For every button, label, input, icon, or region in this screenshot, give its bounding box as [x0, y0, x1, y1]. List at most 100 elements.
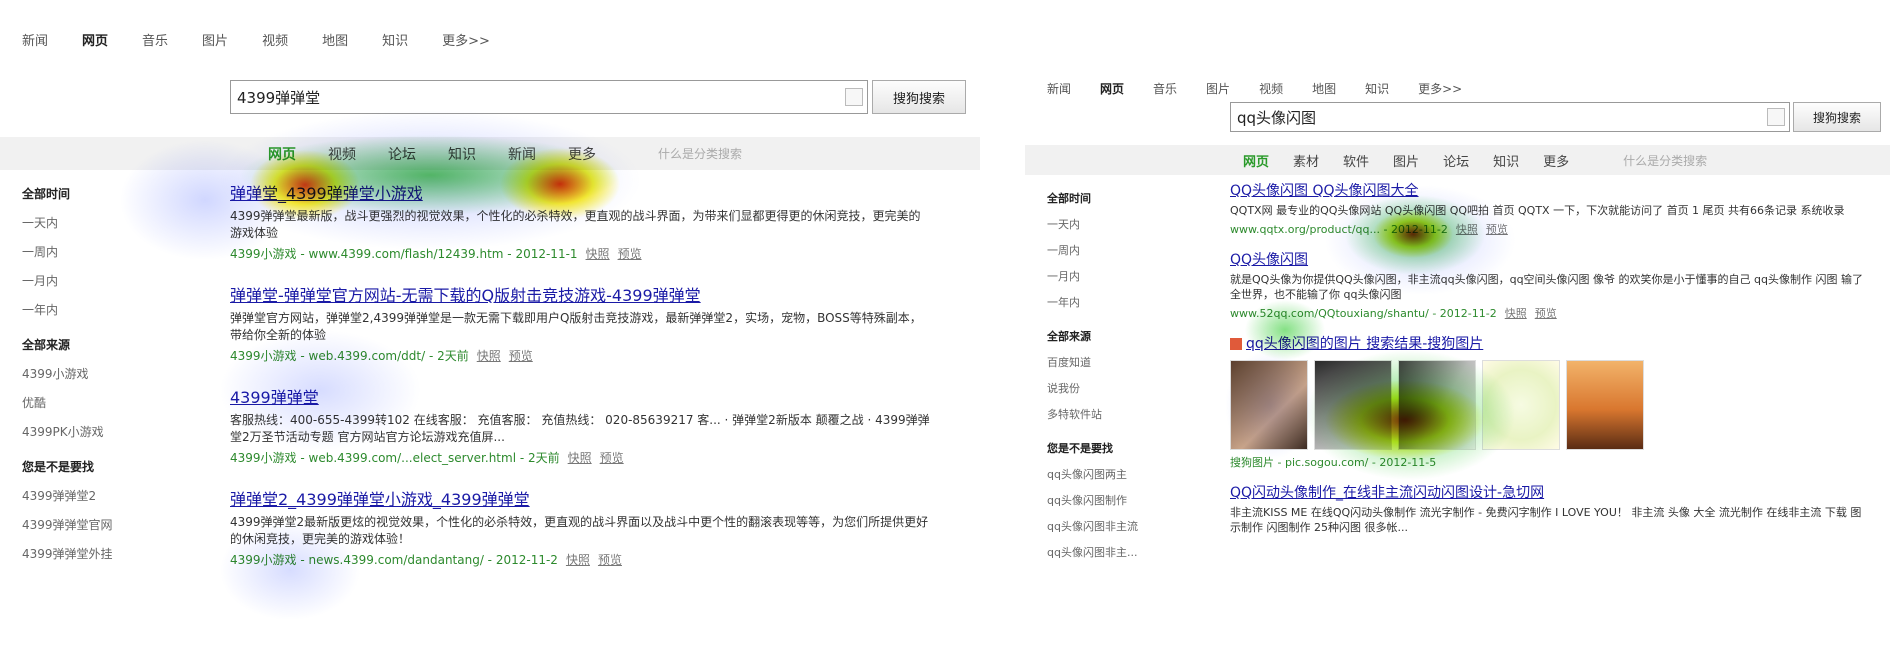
- tab-more[interactable]: 更多: [1543, 151, 1569, 170]
- suggestion-item[interactable]: 4399弹弹堂2: [22, 487, 212, 504]
- nav-images[interactable]: 图片: [1206, 80, 1230, 97]
- tab-more[interactable]: 更多: [568, 144, 596, 164]
- filter-item[interactable]: 多特软件站: [1047, 406, 1207, 422]
- tab-forum[interactable]: 论坛: [1443, 151, 1469, 170]
- result-snippet: QQTX网 最专业的QQ头像网站 QQ头像闪图 QQ吧拍 首页 QQTX 一下，…: [1230, 204, 1845, 217]
- result-url: 搜狗图片 - pic.sogou.com/ - 2012-11-5: [1230, 456, 1437, 469]
- preview-link[interactable]: 预览: [600, 451, 624, 465]
- tab-web[interactable]: 网页: [268, 144, 296, 164]
- result-title-link[interactable]: QQ闪动头像制作_在线非主流闪动闪图设计-急切网: [1230, 482, 1544, 502]
- image-result-title-link[interactable]: qq头像闪图的图片 搜索结果-搜狗图片: [1230, 333, 1483, 353]
- nav-news[interactable]: 新闻: [22, 30, 48, 49]
- suggestion-item[interactable]: qq头像闪图非主流: [1047, 518, 1207, 534]
- nav-music[interactable]: 音乐: [1153, 80, 1177, 97]
- nav-video[interactable]: 视频: [262, 30, 288, 49]
- image-thumbnail[interactable]: [1314, 360, 1392, 450]
- keyboard-icon[interactable]: [845, 88, 863, 106]
- cache-link[interactable]: 快照: [568, 451, 592, 465]
- nav-knowledge[interactable]: 知识: [382, 30, 408, 49]
- nav-web[interactable]: 网页: [1100, 80, 1124, 97]
- tab-software[interactable]: 软件: [1343, 151, 1369, 170]
- keyboard-icon[interactable]: [1767, 108, 1785, 126]
- result-url: 4399小游戏 - news.4399.com/dandantang/ - 20…: [230, 553, 622, 567]
- search-button[interactable]: 搜狗搜索: [1793, 102, 1881, 132]
- nav-knowledge[interactable]: 知识: [1365, 80, 1389, 97]
- tab-hint-link[interactable]: 什么是分类搜索: [1623, 152, 1707, 169]
- result-snippet: 就是QQ头像为你提供QQ头像闪图，非主流qq头像闪图，qq空间头像闪图 像爷 的…: [1230, 273, 1864, 301]
- suggestion-item[interactable]: 4399弹弹堂官网: [22, 516, 212, 533]
- result-title-link[interactable]: 4399弹弹堂: [230, 384, 319, 408]
- result-title-link[interactable]: QQ头像闪图: [1230, 249, 1308, 269]
- tab-web[interactable]: 网页: [1243, 151, 1269, 170]
- search-input[interactable]: [1231, 108, 1767, 126]
- search-button[interactable]: 搜狗搜索: [872, 80, 966, 114]
- filter-item[interactable]: 一月内: [22, 272, 212, 289]
- filter-item[interactable]: 一周内: [1047, 242, 1207, 258]
- filter-heading: 全部来源: [22, 338, 71, 352]
- filter-item[interactable]: 一天内: [22, 214, 212, 231]
- tab-hint-link[interactable]: 什么是分类搜索: [658, 145, 742, 162]
- filter-item[interactable]: 百度知道: [1047, 354, 1207, 370]
- cache-link[interactable]: 快照: [1456, 223, 1478, 236]
- cache-link[interactable]: 快照: [1505, 307, 1527, 320]
- preview-link[interactable]: 预览: [618, 247, 642, 261]
- result-item: QQ头像闪图 就是QQ头像为你提供QQ头像闪图，非主流qq头像闪图，qq空间头像…: [1230, 249, 1870, 321]
- nav-music[interactable]: 音乐: [142, 30, 168, 49]
- result-title-link[interactable]: QQ头像闪图 QQ头像闪图大全: [1230, 180, 1419, 200]
- result-title-link[interactable]: 弹弹堂_4399弹弹堂小游戏: [230, 180, 423, 204]
- tab-video[interactable]: 视频: [328, 144, 356, 164]
- suggestion-item[interactable]: qq头像闪图非主...: [1047, 544, 1207, 560]
- preview-link[interactable]: 预览: [1486, 223, 1508, 236]
- cache-link[interactable]: 快照: [477, 349, 501, 363]
- filter-item[interactable]: 一年内: [1047, 294, 1207, 310]
- suggestion-item[interactable]: qq头像闪图两主: [1047, 466, 1207, 482]
- nav-news[interactable]: 新闻: [1047, 80, 1071, 97]
- result-list: 弹弹堂_4399弹弹堂小游戏 4399弹弹堂最新版，战斗更强烈的视觉效果，个性化…: [230, 180, 930, 588]
- search-input[interactable]: [231, 88, 845, 106]
- result-title-link[interactable]: 弹弹堂-弹弹堂官方网站-无需下载的Q版射击竞技游戏-4399弹弹堂: [230, 282, 701, 306]
- tab-forum[interactable]: 论坛: [388, 144, 416, 164]
- filter-sidebar: 全部时间 一天内 一周内 一月内 一年内 全部来源 百度知道 说我份 多特软件站…: [1047, 190, 1207, 578]
- image-thumbnail[interactable]: [1566, 360, 1644, 450]
- nav-web[interactable]: 网页: [82, 30, 108, 49]
- nav-more[interactable]: 更多>>: [442, 30, 490, 49]
- filter-item[interactable]: 一年内: [22, 301, 212, 318]
- filter-item[interactable]: 4399小游戏: [22, 365, 212, 382]
- tab-knowledge[interactable]: 知识: [448, 144, 476, 164]
- suggestions: 您是不是要找 4399弹弹堂2 4399弹弹堂官网 4399弹弹堂外挂: [22, 458, 212, 562]
- top-nav: 新闻 网页 音乐 图片 视频 地图 知识 更多>>: [1047, 80, 1491, 97]
- nav-more[interactable]: 更多>>: [1418, 80, 1462, 97]
- result-item: 弹弹堂_4399弹弹堂小游戏 4399弹弹堂最新版，战斗更强烈的视觉效果，个性化…: [230, 180, 930, 262]
- filter-item[interactable]: 一天内: [1047, 216, 1207, 232]
- nav-images[interactable]: 图片: [202, 30, 228, 49]
- search-box: [1230, 102, 1790, 132]
- result-url: www.52qq.com/QQtouxiang/shantu/ - 2012-1…: [1230, 307, 1557, 320]
- filter-item[interactable]: 说我份: [1047, 380, 1207, 396]
- tab-knowledge[interactable]: 知识: [1493, 151, 1519, 170]
- cache-link[interactable]: 快照: [586, 247, 610, 261]
- preview-link[interactable]: 预览: [1535, 307, 1557, 320]
- tab-images[interactable]: 图片: [1393, 151, 1419, 170]
- tab-material[interactable]: 素材: [1293, 151, 1319, 170]
- filter-heading: 全部时间: [22, 187, 71, 201]
- suggestion-item[interactable]: qq头像闪图制作: [1047, 492, 1207, 508]
- filter-item[interactable]: 一月内: [1047, 268, 1207, 284]
- tab-news[interactable]: 新闻: [508, 144, 536, 164]
- nav-map[interactable]: 地图: [322, 30, 348, 49]
- preview-link[interactable]: 预览: [509, 349, 533, 363]
- image-thumbnail[interactable]: [1482, 360, 1560, 450]
- result-snippet: 4399弹弹堂2最新版更炫的视觉效果，个性化的必杀特效，更直观的战斗界面以及战斗…: [230, 515, 929, 546]
- suggestion-item[interactable]: 4399弹弹堂外挂: [22, 545, 212, 562]
- result-title-link[interactable]: 弹弹堂2_4399弹弹堂小游戏_4399弹弹堂: [230, 486, 530, 510]
- nav-video[interactable]: 视频: [1259, 80, 1283, 97]
- filter-item[interactable]: 优酷: [22, 394, 212, 411]
- image-thumbnail[interactable]: [1398, 360, 1476, 450]
- image-thumbnail[interactable]: [1230, 360, 1308, 450]
- nav-map[interactable]: 地图: [1312, 80, 1336, 97]
- filter-item[interactable]: 4399PK小游戏: [22, 423, 212, 440]
- cache-link[interactable]: 快照: [566, 553, 590, 567]
- preview-link[interactable]: 预览: [598, 553, 622, 567]
- image-thumbnails: [1230, 360, 1870, 450]
- filter-item[interactable]: 一周内: [22, 243, 212, 260]
- category-tabs: 网页 素材 软件 图片 论坛 知识 更多 什么是分类搜索: [1025, 145, 1890, 175]
